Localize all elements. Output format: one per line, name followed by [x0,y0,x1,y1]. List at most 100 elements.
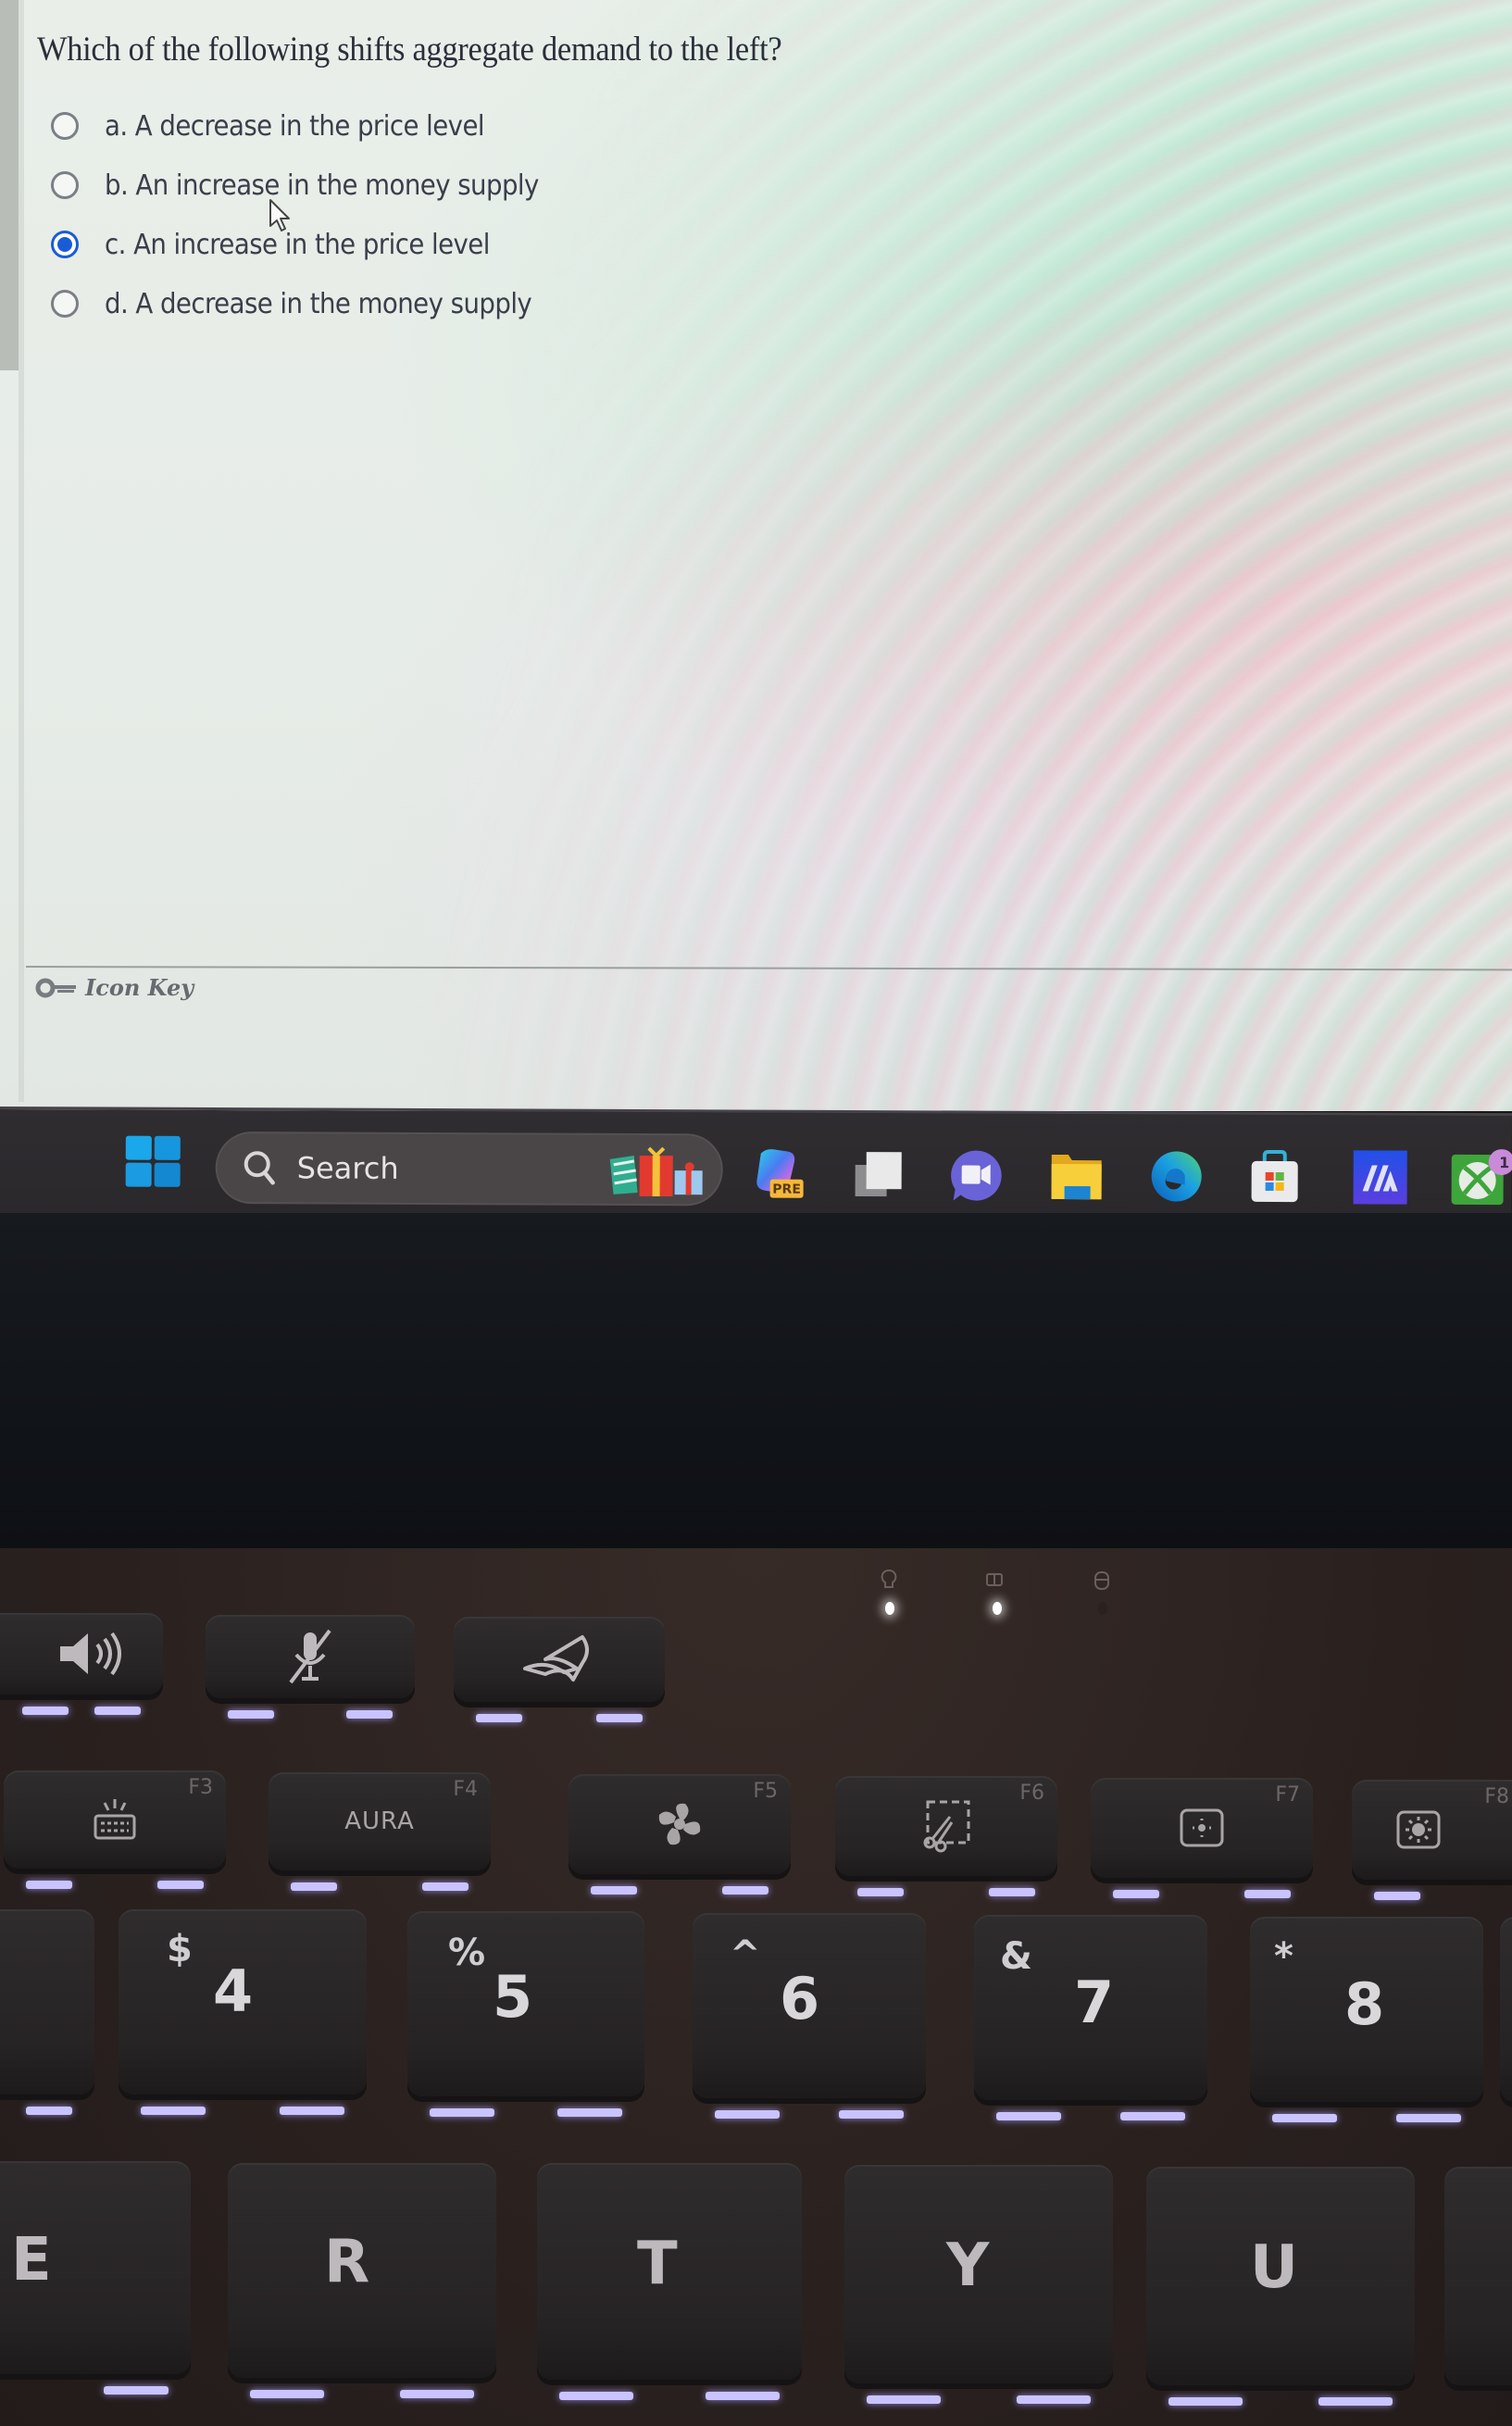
gift-icon[interactable] [606,1146,710,1197]
key-backlight [1396,2114,1461,2122]
key-3[interactable] [0,1909,94,2115]
task-view-icon[interactable] [850,1146,907,1204]
fn-label: F5 [753,1780,778,1803]
video-chat-icon[interactable] [948,1146,1006,1204]
taskbar-search-box[interactable]: Search [215,1132,723,1207]
fn-label: F3 [188,1776,213,1799]
key-i[interactable] [1444,2167,1512,2385]
edge-browser-icon[interactable] [1148,1147,1206,1205]
key-f8[interactable]: F8 [1352,1780,1512,1900]
key-y[interactable]: Y [844,2165,1113,2404]
store-icon[interactable] [1246,1148,1304,1206]
shift-char: $ [167,1928,193,1970]
copilot-icon[interactable]: PRE [752,1146,809,1204]
main-char: 6 [780,1965,820,2032]
key-backlight [591,1886,637,1895]
key-5[interactable]: % 5 [407,1911,644,2117]
radio-button[interactable] [51,171,79,199]
answer-options: a. A decrease in the price level b. An i… [48,96,577,333]
windows-start-icon[interactable] [124,1134,183,1190]
key-u[interactable]: U [1146,2167,1415,2406]
key-backlight [250,2390,324,2398]
key-armoury[interactable] [454,1617,665,1722]
key-backlight [1244,1890,1291,1898]
key-7[interactable]: & 7 [974,1915,1207,2120]
option-label: d. A decrease in the money supply [105,287,532,320]
windows-taskbar: Search PRE 1 [0,1107,1512,1223]
main-char: 7 [1074,1969,1115,2036]
letter-char: Y [946,2232,990,2300]
option-label: c. An increase in the price level [105,228,490,261]
key-backlight [867,2395,941,2404]
key-backlight [996,2112,1061,2120]
key-backlight [559,2392,633,2400]
key-backlight [1374,1892,1420,1900]
folder-icon[interactable] [1048,1147,1106,1205]
key-f7[interactable]: F7 [1091,1778,1313,1898]
letter-char: T [637,2230,678,2298]
option-d[interactable]: d. A decrease in the money supply [48,274,577,333]
radio-button[interactable] [51,112,79,140]
radio-button[interactable] [51,290,79,318]
snipping-tool-icon [923,1800,970,1853]
key-backlight [430,2108,494,2117]
indicator-led [1098,1602,1107,1615]
key-backlight [1120,2112,1185,2120]
key-t[interactable]: T [537,2163,802,2400]
letter-char: U [1250,2233,1298,2302]
key-backlight [400,2390,474,2398]
indicator-led [885,1602,894,1615]
key-backlight [839,2110,904,2119]
key-backlight [1318,2397,1393,2406]
laptop-bezel [0,1213,1512,1551]
option-a[interactable]: a. A decrease in the price level [48,96,577,156]
key-9[interactable] [1500,1917,1512,2102]
icon-key-link[interactable]: Icon Key [35,974,194,1001]
key-mic-mute[interactable] [206,1615,415,1719]
key-4[interactable]: $ 4 [119,1909,367,2115]
key-f3[interactable]: F3 [4,1770,226,1889]
fn-label: F4 [453,1778,478,1801]
brightness-down-icon [1180,1808,1224,1847]
key-backlight [1113,1890,1159,1898]
key-backlight [141,2107,206,2115]
quiz-screen: Which of the following shifts aggregate … [0,0,1512,1111]
key-backlight [228,1710,274,1719]
question-text: Which of the following shifts aggregate … [37,31,782,69]
key-6[interactable]: ^ 6 [693,1913,926,2119]
option-label: b. An increase in the money supply [105,169,539,202]
key-backlight [989,1888,1035,1896]
key-backlight [422,1882,469,1891]
key-backlight [26,2107,72,2115]
key-backlight [706,2392,780,2400]
rog-logo-icon [523,1635,589,1682]
key-8[interactable]: * 8 [1250,1917,1483,2122]
volume-icon [59,1632,121,1676]
radio-button-selected[interactable] [51,231,79,258]
xbox-icon[interactable]: 1 [1450,1149,1512,1207]
key-f4[interactable]: F4 AURA [269,1772,491,1891]
option-b[interactable]: b. An increase in the money supply [48,156,577,215]
key-f6[interactable]: F6 [835,1776,1057,1896]
key-f5[interactable]: F5 [569,1774,791,1895]
key-backlight [857,1888,904,1896]
letter-char: R [324,2228,370,2296]
letter-char: E [11,2226,52,2295]
key-backlight [157,1881,204,1889]
option-c[interactable]: c. An increase in the price level [48,215,577,274]
key-e[interactable]: E [0,2161,191,2395]
key-volume[interactable] [0,1613,163,1715]
aura-label: AURA [344,1807,415,1835]
shift-char: * [1274,1935,1293,1978]
key-backlight [291,1882,337,1891]
search-icon [244,1151,275,1185]
ma-app-icon[interactable] [1352,1148,1409,1206]
scrollbar[interactable] [0,0,19,370]
search-placeholder: Search [296,1150,399,1186]
key-r[interactable]: R [228,2163,496,2398]
fan-icon [658,1803,701,1845]
key-backlight [715,2110,780,2119]
key-backlight [1168,2397,1243,2406]
fn-label: F8 [1484,1785,1509,1808]
key-backlight [557,2108,622,2117]
